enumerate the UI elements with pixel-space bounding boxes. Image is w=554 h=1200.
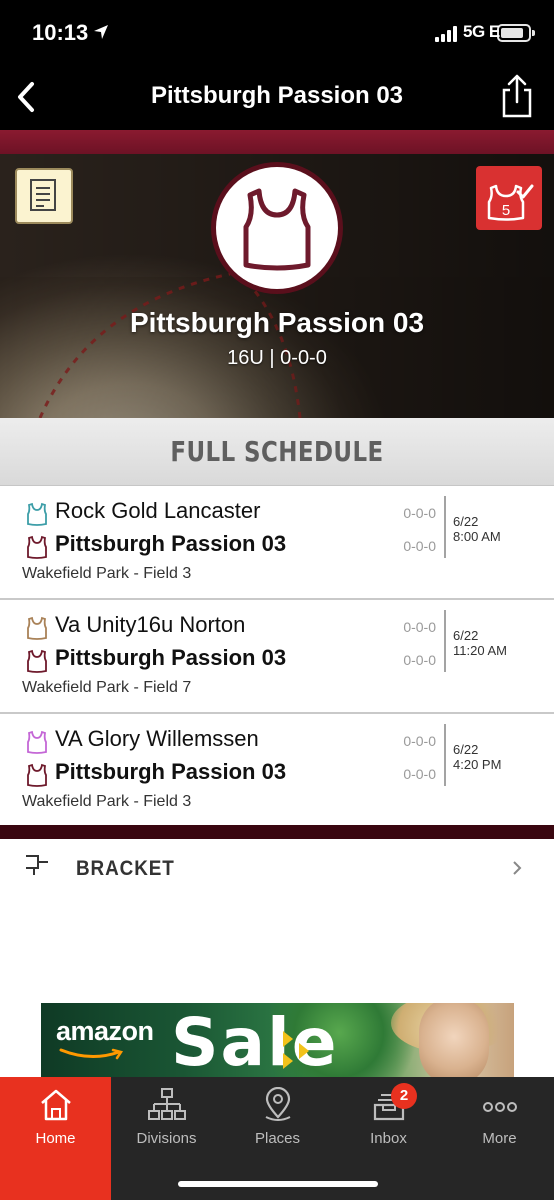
signal-icon xyxy=(435,26,461,42)
divider xyxy=(444,496,446,558)
game-date: 6/22 xyxy=(453,628,479,643)
away-team-name: Va Unity16u Norton xyxy=(55,612,246,637)
home-team-name: Pittsburgh Passion 03 xyxy=(55,759,287,784)
back-button[interactable] xyxy=(8,74,48,120)
network-type: 5G E xyxy=(463,22,500,41)
home-record: 0-0-0 xyxy=(403,652,436,668)
tab-home[interactable]: Home xyxy=(0,1077,111,1200)
game-venue: Wakefield Park - Field 3 xyxy=(22,565,192,582)
ad-photo xyxy=(419,1003,489,1077)
hero-stripe xyxy=(0,130,554,154)
notes-button[interactable] xyxy=(15,168,73,224)
home-jersey-icon xyxy=(27,763,47,787)
tab-label: Inbox xyxy=(370,1130,407,1147)
more-icon xyxy=(483,1102,517,1112)
away-record: 0-0-0 xyxy=(403,505,436,521)
jersey-icon xyxy=(243,188,311,271)
home-jersey-icon xyxy=(27,535,47,559)
away-jersey-icon xyxy=(27,502,47,526)
away-jersey-icon xyxy=(27,616,47,640)
team-name: Pittsburgh Passion 03 xyxy=(129,307,425,338)
home-indicator xyxy=(178,1181,378,1187)
ad-decoration xyxy=(283,1031,309,1069)
ad-brand: amazon xyxy=(56,1016,154,1046)
checkin-icon: 5 xyxy=(487,184,534,221)
game-row[interactable]: Va Unity16u Norton Pittsburgh Passion 03… xyxy=(0,600,554,714)
tab-label: Places xyxy=(254,1130,301,1147)
game-time: 4:20 PM xyxy=(453,757,502,772)
divider xyxy=(444,724,446,786)
away-jersey-icon xyxy=(27,730,47,754)
section-divider xyxy=(0,825,554,839)
game-time: 11:20 AM xyxy=(453,643,507,658)
game-venue: Wakefield Park - Field 3 xyxy=(22,793,192,810)
amazon-smile-icon xyxy=(59,1048,124,1060)
location-arrow-icon xyxy=(94,25,108,39)
game-row[interactable]: VA Glory Willemssen Pittsburgh Passion 0… xyxy=(0,714,554,828)
home-icon xyxy=(41,1089,71,1121)
bracket-icon xyxy=(26,855,48,875)
battery-icon xyxy=(497,24,535,42)
home-jersey-icon xyxy=(27,649,47,673)
section-title: FULL SCHEDULE xyxy=(170,435,384,468)
tab-label: Home xyxy=(35,1130,76,1147)
game-date: 6/22 xyxy=(453,742,479,757)
bracket-row[interactable]: BRACKET xyxy=(0,839,554,875)
tab-more[interactable]: More xyxy=(444,1077,554,1200)
away-record: 0-0-0 xyxy=(403,733,436,749)
status-bar: 10:13 5G E xyxy=(0,0,554,66)
team-hero: 5 Pittsburgh Passion 03 16U | 0-0-0 xyxy=(0,154,554,418)
nav-bar: Pittsburgh Passion 03 xyxy=(0,66,554,130)
inbox-badge: 2 xyxy=(391,1083,417,1109)
away-record: 0-0-0 xyxy=(403,619,436,635)
tab-label: More xyxy=(482,1130,517,1147)
schedule-header: FULL SCHEDULE xyxy=(0,418,554,486)
game-time: 8:00 AM xyxy=(453,529,501,544)
svg-text:5: 5 xyxy=(502,202,510,219)
notes-icon xyxy=(30,179,56,211)
share-icon[interactable] xyxy=(496,72,538,122)
status-time: 10:13 xyxy=(32,20,89,45)
bracket-label: BRACKET xyxy=(76,857,175,875)
game-row[interactable]: Rock Gold Lancaster Pittsburgh Passion 0… xyxy=(0,486,554,600)
away-team-name: Rock Gold Lancaster xyxy=(55,498,261,523)
team-record: 16U | 0-0-0 xyxy=(227,347,327,369)
team-logo xyxy=(211,162,343,294)
divisions-icon xyxy=(148,1088,186,1120)
away-team-name: VA Glory Willemssen xyxy=(55,726,259,751)
tab-label: Divisions xyxy=(136,1130,197,1147)
ad-banner[interactable]: amazon Sale xyxy=(41,1003,514,1077)
home-record: 0-0-0 xyxy=(403,766,436,782)
game-venue: Wakefield Park - Field 7 xyxy=(22,679,192,696)
home-team-name: Pittsburgh Passion 03 xyxy=(55,531,287,556)
chevron-right-icon xyxy=(513,861,522,875)
divider xyxy=(444,610,446,672)
map-pin-icon xyxy=(265,1087,291,1121)
checkin-button[interactable]: 5 xyxy=(476,166,542,230)
home-team-name: Pittsburgh Passion 03 xyxy=(55,645,287,670)
home-record: 0-0-0 xyxy=(403,538,436,554)
game-date: 6/22 xyxy=(453,514,479,529)
nav-title: Pittsburgh Passion 03 xyxy=(150,82,404,109)
